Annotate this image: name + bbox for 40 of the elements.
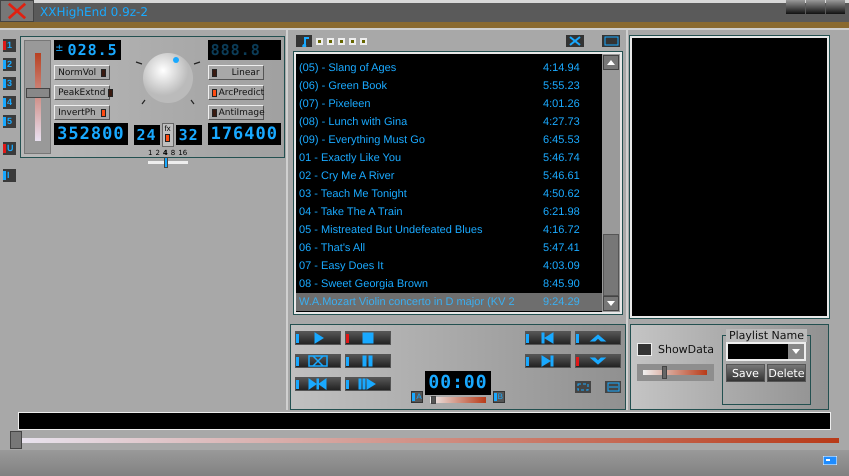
bit-depth-display: 32 xyxy=(176,125,202,145)
time-display: 00:00 xyxy=(425,371,491,395)
playlist-row[interactable]: 07 - Easy Does It 4:03.09 xyxy=(296,257,602,275)
preset-button[interactable]: 1 xyxy=(3,39,16,52)
option-button[interactable]: ArcPredict xyxy=(208,85,264,100)
preset-button[interactable]: 3 xyxy=(3,77,16,90)
sign-display: ± xyxy=(54,40,65,60)
playlist-row[interactable]: 02 - Cry Me A River 5:46.61 xyxy=(296,167,602,185)
volume-display: 028.5 xyxy=(64,40,121,60)
playlist-row[interactable]: 04 - Take The A Train 6:21.98 xyxy=(296,203,602,221)
option-button[interactable]: Linear xyxy=(208,65,264,80)
playlist-row[interactable]: 03 - Teach Me Tonight 4:50.62 xyxy=(296,185,602,203)
playlist-row[interactable]: (06) - Green Book 5:55.23 xyxy=(296,77,602,95)
option-button[interactable]: PeakExtnd xyxy=(54,85,110,100)
group-label: Playlist Name xyxy=(726,329,807,342)
playlist-row[interactable]: (08) - Lunch with Gina 4:27.73 xyxy=(296,113,602,131)
option-button[interactable]: AntiImage xyxy=(208,105,264,120)
playlist-row[interactable]: 06 - That's All 5:47.41 xyxy=(296,239,602,257)
playlist-row[interactable]: 01 - Exactly Like You 5:46.74 xyxy=(296,149,602,167)
playlist-row[interactable]: (07) - Pixeleen 4:01.26 xyxy=(296,95,602,113)
playlist-row[interactable]: 08 - Sweet Georgia Brown 8:45.90 xyxy=(296,275,602,293)
window-title: XXHighEnd 0.9z-2 xyxy=(40,5,149,19)
playlist-row[interactable]: (09) - Everything Must Go 6:45.53 xyxy=(296,131,602,149)
preset-button[interactable]: 2 xyxy=(3,58,16,71)
sample-rate-display: 176400 xyxy=(208,123,281,146)
preset-button[interactable]: I xyxy=(3,169,16,182)
preset-button[interactable]: 4 xyxy=(3,96,16,109)
sample-rate-display: 352800 xyxy=(54,123,128,146)
bit-depth-display: 24 xyxy=(134,125,160,145)
option-button[interactable]: NormVol xyxy=(54,65,110,80)
playlist-row[interactable]: 05 - Mistreated But Undefeated Blues 4:16.72 xyxy=(296,221,602,239)
playlist-button[interactable]: Save xyxy=(726,364,765,382)
preset-button[interactable]: 5 xyxy=(3,115,16,128)
playlist-button[interactable]: Delete xyxy=(766,364,806,382)
balance-display: 888.8 xyxy=(208,40,281,60)
playlist-row[interactable]: (05) - Slang of Ages 4:14.94 xyxy=(296,59,602,77)
show-data-checkbox[interactable]: ShowData xyxy=(637,343,714,356)
option-button[interactable]: InvertPh xyxy=(54,105,110,120)
preset-button[interactable]: U xyxy=(3,142,16,155)
fx-button[interactable]: fx xyxy=(162,123,174,147)
